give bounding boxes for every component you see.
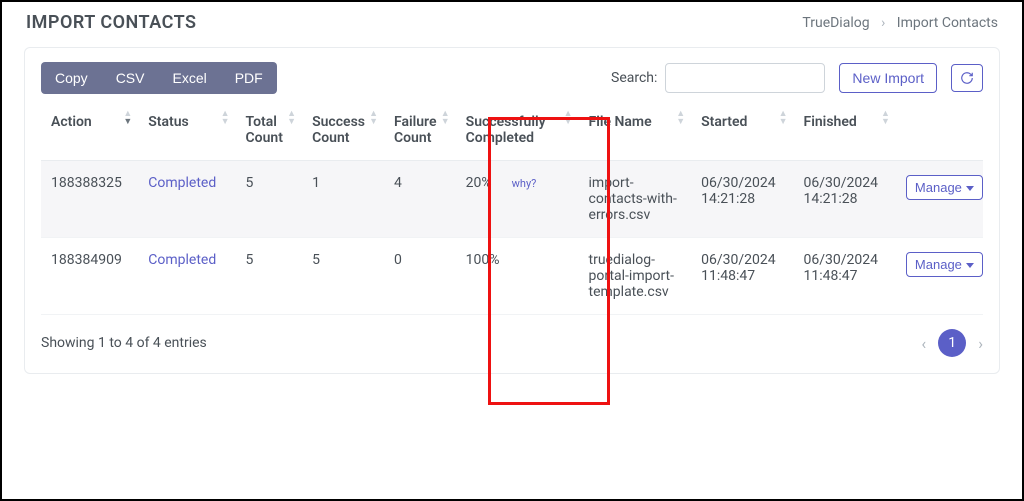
cell-status[interactable]: Completed: [138, 161, 235, 238]
search-label: Search:: [611, 70, 657, 86]
cell-status[interactable]: Completed: [138, 238, 235, 315]
breadcrumb: TrueDialog › Import Contacts: [802, 15, 998, 31]
cell-file: truedialog-portal-import-template.csv: [579, 238, 692, 315]
cell-finished: 06/30/2024 14:21:28: [794, 161, 896, 238]
why-link[interactable]: why?: [512, 177, 537, 190]
manage-button[interactable]: Manage: [906, 175, 983, 200]
column-header-action[interactable]: Action▲▼: [41, 104, 138, 161]
table-info: Showing 1 to 4 of 4 entries: [41, 335, 207, 351]
cell-action: 188388325: [41, 161, 138, 238]
cell-finished: 06/30/2024 11:48:47: [794, 238, 896, 315]
cell-failure: 0: [384, 238, 456, 315]
column-header-success[interactable]: Success Count▲▼: [302, 104, 384, 161]
cell-failure: 4: [384, 161, 456, 238]
cell-pct: 20%why?: [456, 161, 579, 238]
page-prev[interactable]: ‹: [921, 334, 926, 353]
cell-pct: 100%: [456, 238, 579, 315]
manage-button[interactable]: Manage: [906, 252, 983, 277]
csv-button[interactable]: CSV: [102, 62, 159, 94]
table-row: 188384909 Completed 5 5 0 100% truedialo…: [41, 238, 983, 315]
table-row: 188388325 Completed 5 1 4 20%why? import…: [41, 161, 983, 238]
cell-started: 06/30/2024 11:48:47: [691, 238, 793, 315]
pagination: ‹ 1 ›: [921, 329, 983, 357]
cell-file: import-contacts-with-errors.csv: [579, 161, 692, 238]
copy-button[interactable]: Copy: [41, 62, 102, 94]
column-header-pct[interactable]: Successfully Completed▲▼: [456, 104, 579, 161]
chevron-down-icon: [966, 263, 974, 268]
column-header-status[interactable]: Status▲▼: [138, 104, 235, 161]
column-header-total[interactable]: Total Count▲▼: [236, 104, 303, 161]
pdf-button[interactable]: PDF: [221, 62, 277, 94]
page-current[interactable]: 1: [938, 329, 966, 357]
export-button-group: Copy CSV Excel PDF: [41, 62, 277, 94]
cell-started: 06/30/2024 14:21:28: [691, 161, 793, 238]
refresh-button[interactable]: [951, 64, 983, 92]
cell-success: 1: [302, 161, 384, 238]
cell-total: 5: [236, 238, 303, 315]
column-header-started[interactable]: Started▲▼: [691, 104, 793, 161]
excel-button[interactable]: Excel: [158, 62, 220, 94]
new-import-button[interactable]: New Import: [839, 63, 937, 93]
page-next[interactable]: ›: [978, 334, 983, 353]
column-header-failure[interactable]: Failure Count▲▼: [384, 104, 456, 161]
breadcrumb-root[interactable]: TrueDialog: [802, 15, 869, 31]
cell-action: 188384909: [41, 238, 138, 315]
cell-success: 5: [302, 238, 384, 315]
column-header-manage: [896, 104, 983, 161]
breadcrumb-current: Import Contacts: [897, 15, 998, 31]
page-title: IMPORT CONTACTS: [26, 12, 197, 33]
chevron-right-icon: ›: [881, 15, 885, 31]
search-input[interactable]: [665, 63, 825, 93]
column-header-file[interactable]: File Name▲▼: [579, 104, 692, 161]
refresh-icon: [960, 71, 974, 85]
imports-panel: Copy CSV Excel PDF Search: New Import: [24, 47, 1000, 374]
imports-table: Action▲▼ Status▲▼ Total Count▲▼ Success …: [41, 104, 983, 315]
cell-total: 5: [236, 161, 303, 238]
chevron-down-icon: [966, 186, 974, 191]
column-header-finished[interactable]: Finished▲▼: [794, 104, 896, 161]
